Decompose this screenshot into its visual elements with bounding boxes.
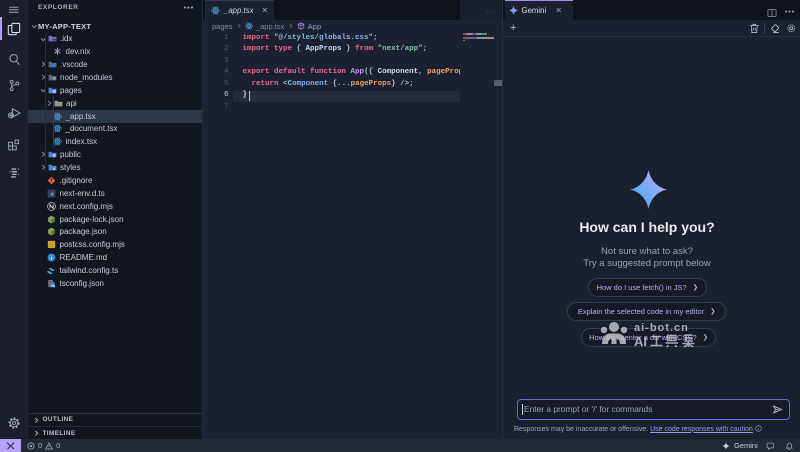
svg-text:::: :: bbox=[50, 243, 53, 248]
svg-text:AI: AI bbox=[634, 334, 647, 349]
svg-text:TS: TS bbox=[51, 284, 55, 288]
svg-text:.d: .d bbox=[50, 191, 54, 196]
svg-text:ai-bot.cn: ai-bot.cn bbox=[634, 322, 689, 334]
